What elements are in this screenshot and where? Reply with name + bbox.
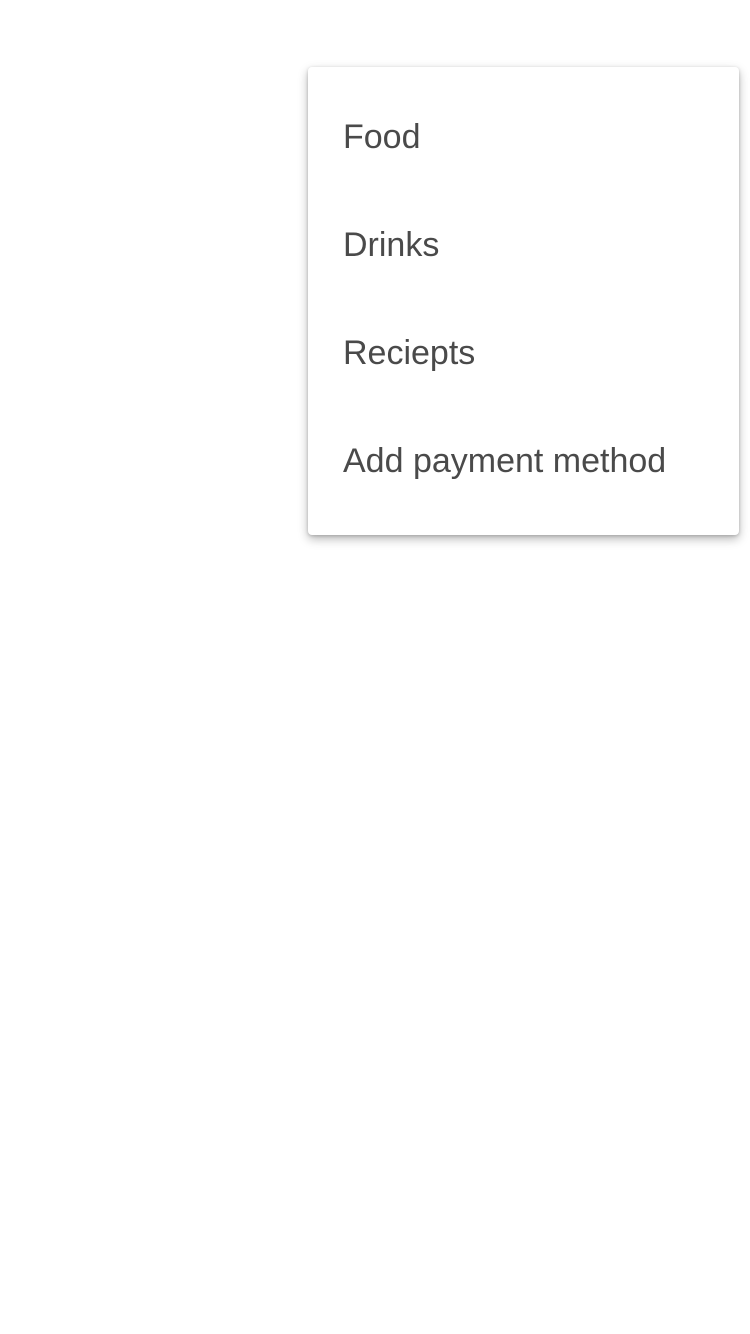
screen: Food Drinks Reciepts Add payment method bbox=[0, 0, 750, 1334]
menu-item-label: Reciepts bbox=[343, 333, 476, 372]
menu-item-label: Drinks bbox=[343, 225, 440, 264]
menu-item-label: Add payment method bbox=[343, 441, 667, 480]
menu-item-drinks[interactable]: Drinks bbox=[308, 191, 739, 299]
menu-item-food[interactable]: Food bbox=[308, 83, 739, 191]
menu-item-add-payment-method[interactable]: Add payment method bbox=[308, 407, 739, 515]
overflow-menu: Food Drinks Reciepts Add payment method bbox=[308, 67, 739, 535]
menu-item-receipts[interactable]: Reciepts bbox=[308, 299, 739, 407]
menu-item-label: Food bbox=[343, 117, 421, 156]
